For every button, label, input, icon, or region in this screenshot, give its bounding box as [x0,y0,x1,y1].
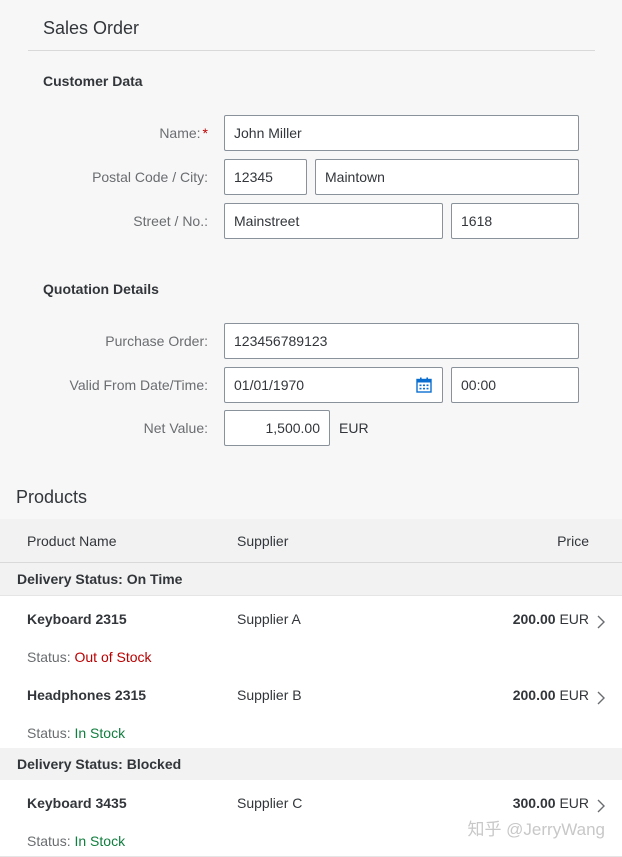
table-row[interactable]: Keyboard 2315 Supplier A 200.00 EUR Stat… [0,596,622,673]
watermark: 知乎 @JerryWang [467,820,605,839]
title-divider [28,50,595,51]
group-header-label: Delivery Status: Blocked [17,756,182,772]
supplier-name: Supplier A [237,611,301,627]
valid-from-label: Valid From Date/Time: [69,377,208,393]
page-title: Sales Order [43,18,140,38]
price-currency: EUR [559,795,589,811]
status-label: Status: [27,649,71,665]
group-header-label: Delivery Status: On Time [17,571,183,587]
name-input[interactable] [224,115,579,151]
group-header-row: Delivery Status: Blocked [0,748,622,781]
product-name: Keyboard 3435 [27,795,127,811]
status: Status: In Stock [27,725,125,741]
status-label: Status: [27,725,71,741]
valid-from-date-input[interactable] [224,367,443,403]
chevron-right-icon[interactable] [596,799,606,813]
price-amount: 200.00 [512,611,556,627]
net-value-input[interactable] [224,410,330,446]
price: 300.00 EUR [513,795,589,811]
status-label: Status: [27,833,71,849]
chevron-right-icon[interactable] [596,691,606,705]
valid-from-time-input[interactable] [451,367,579,403]
group-header-row: Delivery Status: On Time [0,563,622,596]
currency-unit: EUR [339,420,369,436]
column-header-product-name[interactable]: Product Name [27,533,116,549]
street-number-label: Street / No.: [133,213,208,229]
chevron-right-icon[interactable] [596,615,606,629]
name-label-text: Name: [159,125,201,141]
status-value: In Stock [74,833,126,849]
price-amount: 300.00 [512,795,556,811]
status-value: In Stock [74,725,126,741]
table-row[interactable]: Headphones 2315 Supplier B 200.00 EUR St… [0,672,622,749]
price-currency: EUR [559,687,589,703]
product-name: Keyboard 2315 [27,611,127,627]
postal-code-input[interactable] [224,159,307,195]
price: 200.00 EUR [513,687,589,703]
quotation-section-title: Quotation Details [43,281,159,297]
purchase-order-label: Purchase Order: [105,333,208,349]
column-header-price[interactable]: Price [557,533,589,549]
name-label: Name: * [159,125,208,141]
price-currency: EUR [559,611,589,627]
customer-section-title: Customer Data [43,73,143,89]
status: Status: In Stock [27,833,125,849]
product-name: Headphones 2315 [27,687,147,703]
house-number-input[interactable] [451,203,579,239]
calendar-icon[interactable] [416,377,432,393]
street-input[interactable] [224,203,443,239]
price: 200.00 EUR [513,611,589,627]
products-table-header: Product Name Supplier Price [0,519,622,563]
required-marker: * [202,125,208,141]
products-title: Products [16,487,88,507]
net-value-label: Net Value: [143,420,208,436]
supplier-name: Supplier C [237,795,303,811]
price-amount: 200.00 [512,687,556,703]
postal-city-label: Postal Code / City: [92,169,208,185]
supplier-name: Supplier B [237,687,302,703]
column-header-supplier[interactable]: Supplier [237,533,288,549]
city-input[interactable] [315,159,579,195]
status-value: Out of Stock [74,649,152,665]
status: Status: Out of Stock [27,649,152,665]
purchase-order-input[interactable] [224,323,579,359]
